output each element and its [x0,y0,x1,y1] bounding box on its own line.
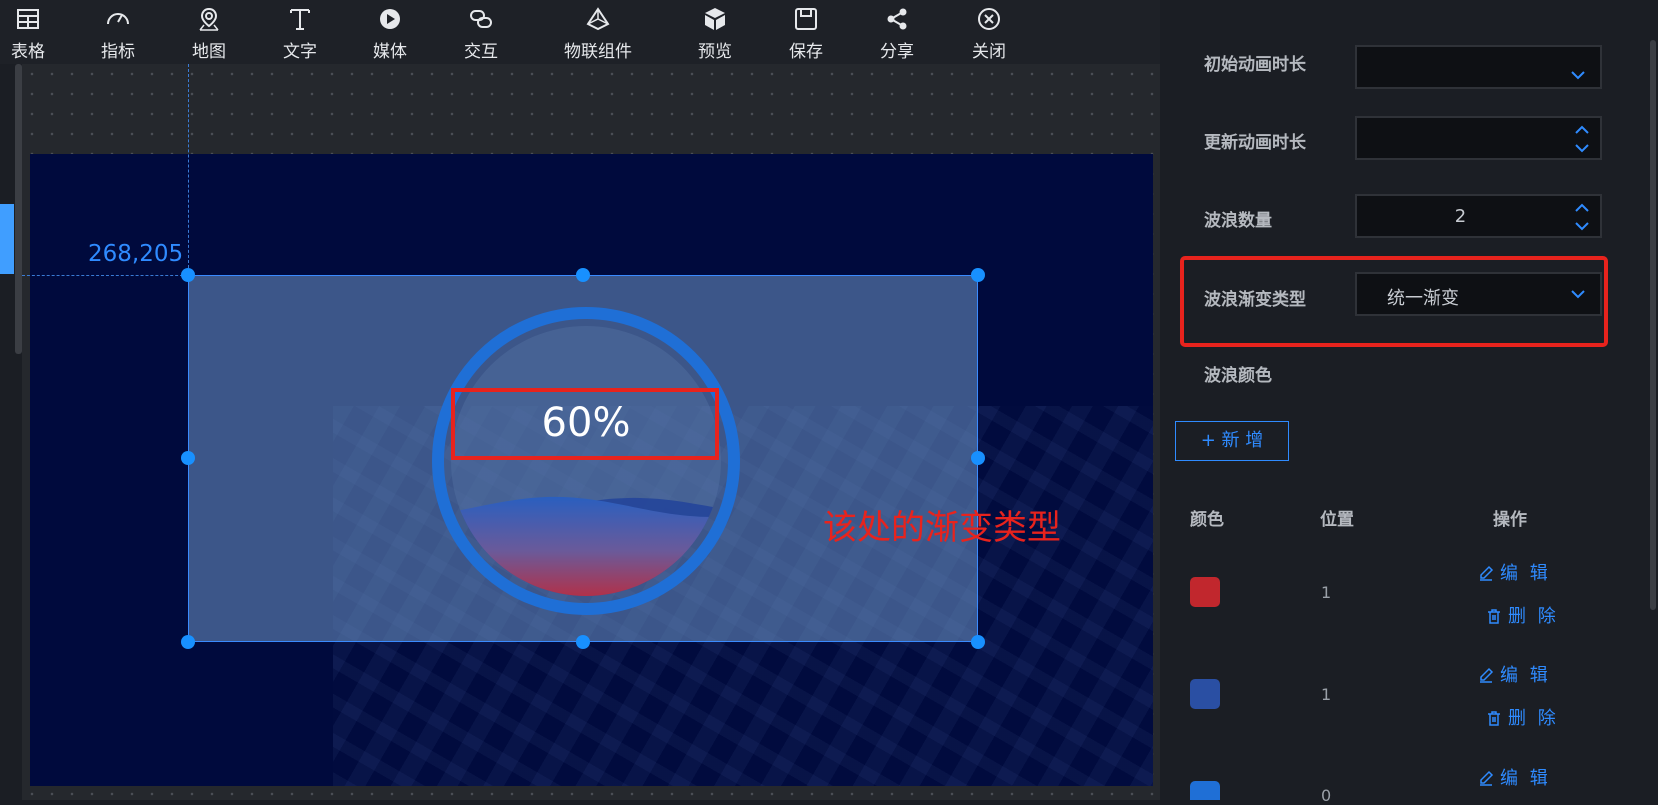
delete-button[interactable]: 删 除 [1486,704,1559,730]
color-swatch[interactable] [1190,577,1220,607]
toolbar-label: 地图 [192,42,226,62]
toolbar-text-button[interactable]: 文字 [260,6,340,62]
init-anim-select[interactable] [1355,45,1602,89]
chevron-down-icon[interactable] [1574,141,1590,155]
edit-button[interactable]: 编 辑 [1478,764,1551,790]
delete-label: 删 除 [1508,708,1559,729]
gauge-icon [107,13,129,25]
edit-icon [1480,667,1494,683]
close-icon [978,8,1000,30]
toolbar-save-button[interactable]: 保存 [766,6,846,62]
text-icon [290,9,310,30]
position-value: 0 [1321,786,1332,805]
edit-icon [1480,565,1494,581]
table-header-actions: 操作 [1493,510,1527,530]
color-swatch[interactable] [1190,679,1220,709]
left-scrollbar[interactable] [15,64,22,354]
toolbar-iot-button[interactable]: 物联组件 [548,6,648,62]
delete-button[interactable]: 删 除 [1486,602,1559,628]
wave-count-input[interactable]: 2 [1355,194,1602,238]
left-sidebar-active-indicator[interactable] [0,204,14,274]
edit-button[interactable]: 编 辑 [1478,559,1551,585]
toolbar-label: 交互 [464,42,498,62]
map-pin-icon [199,7,219,31]
save-icon [795,8,817,30]
init-anim-label: 初始动画时长 [1204,55,1306,75]
table-header-color: 颜色 [1190,510,1224,530]
toolbar-map-button[interactable]: 地图 [169,6,249,62]
toolbar-label: 分享 [880,42,914,62]
update-anim-input[interactable] [1355,116,1602,160]
annotation-text: 该处的渐变类型 [823,508,1061,548]
resize-handle-left[interactable] [181,451,195,465]
top-toolbar: 表格 指标 地图 文字 媒体 交互 物联组件 预览 保存 分享 关闭 [0,0,1160,64]
edit-label: 编 辑 [1500,665,1551,686]
link-icon [470,10,492,28]
toolbar-share-button[interactable]: 分享 [857,6,937,62]
highlight-box-wave [451,388,719,460]
position-value: 1 [1321,583,1332,602]
resize-handle-bottom-right[interactable] [971,635,985,649]
chevron-down-icon[interactable] [1574,219,1590,233]
color-swatch[interactable] [1190,781,1220,800]
chevron-up-icon[interactable] [1574,123,1590,137]
toolbar-label: 指标 [101,42,135,62]
toolbar-label: 关闭 [972,42,1006,62]
resize-handle-right[interactable] [971,451,985,465]
chevron-up-icon[interactable] [1574,201,1590,215]
edit-button[interactable]: 编 辑 [1478,661,1551,687]
wave-count-value: 2 [1454,206,1467,227]
toolbar-label: 文字 [283,42,317,62]
edit-label: 编 辑 [1500,563,1551,584]
resize-handle-top[interactable] [576,268,590,282]
share-icon [887,8,907,30]
iot-icon [586,7,610,31]
toolbar-label: 物联组件 [564,42,632,62]
play-icon [380,9,400,29]
wave-count-label: 波浪数量 [1204,211,1272,231]
toolbar-gauge-button[interactable]: 指标 [78,6,158,62]
liquid-fill-gauge [432,307,740,615]
horizontal-guide-line [22,275,188,276]
toolbar-label: 预览 [698,42,732,62]
resize-handle-top-left[interactable] [181,268,195,282]
highlight-box-gradient-type [1180,256,1608,347]
toolbar-label: 表格 [11,42,45,62]
update-anim-label: 更新动画时长 [1204,133,1306,153]
panel-scrollbar-thumb[interactable] [1650,40,1656,610]
toolbar-media-button[interactable]: 媒体 [350,6,430,62]
toolbar-preview-button[interactable]: 预览 [675,6,755,62]
toolbar-close-button[interactable]: 关闭 [949,6,1029,62]
position-value: 1 [1321,685,1332,704]
cube-icon [705,8,725,30]
panel-scrollbar[interactable] [1650,0,1658,800]
wave-color-label: 波浪颜色 [1204,366,1272,386]
trash-icon [1488,609,1500,624]
toolbar-label: 保存 [789,42,823,62]
chevron-down-icon [1571,71,1585,80]
position-readout: 268,205 [88,241,184,267]
add-color-button[interactable]: + 新 增 [1175,421,1289,461]
table-header-position: 位置 [1320,510,1354,530]
toolbar-interaction-button[interactable]: 交互 [441,6,521,62]
trash-icon [1488,711,1500,726]
toolbar-table-button[interactable]: 表格 [0,6,68,62]
edit-icon [1480,770,1494,786]
edit-label: 编 辑 [1500,768,1551,789]
resize-handle-bottom[interactable] [576,635,590,649]
resize-handle-top-right[interactable] [971,268,985,282]
table-icon [17,9,39,29]
delete-label: 删 除 [1508,606,1559,627]
toolbar-label: 媒体 [373,42,407,62]
resize-handle-bottom-left[interactable] [181,635,195,649]
